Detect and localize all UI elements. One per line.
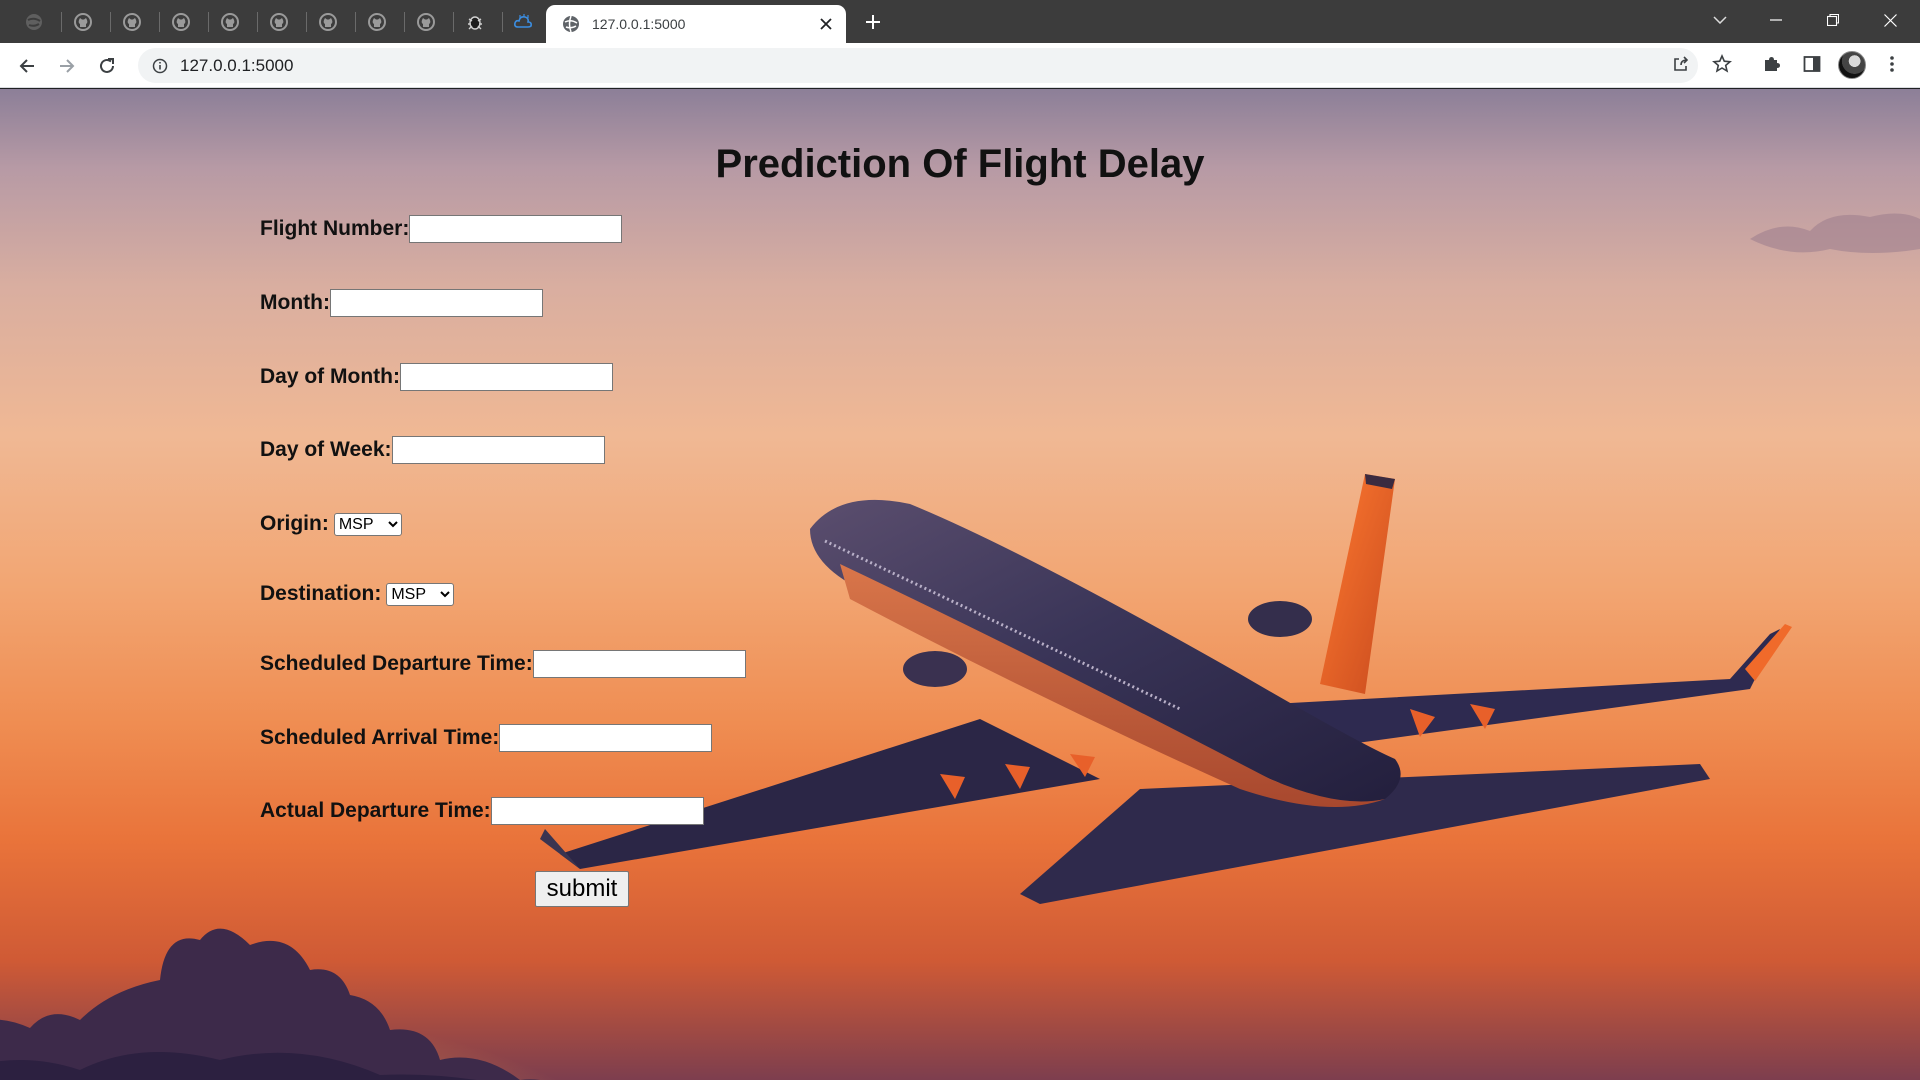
github-icon bbox=[417, 12, 435, 31]
scheduled-arrival-row: Scheduled Arrival Time: bbox=[260, 724, 713, 752]
globe-icon bbox=[26, 13, 42, 30]
back-arrow-icon bbox=[19, 59, 34, 73]
scheduled-arrival-label: Scheduled Arrival Time: bbox=[260, 726, 500, 749]
plus-icon bbox=[866, 15, 880, 29]
actual-departure-label: Actual Departure Time: bbox=[260, 799, 491, 822]
github-icon bbox=[74, 12, 92, 31]
github-icon bbox=[270, 12, 288, 31]
reload-button[interactable] bbox=[90, 49, 124, 83]
pinned-tab-github[interactable] bbox=[402, 6, 450, 37]
forward-button[interactable] bbox=[50, 49, 84, 83]
flight-number-row: Flight Number: bbox=[260, 215, 623, 243]
flight-number-input[interactable] bbox=[409, 215, 623, 243]
cloud-icon bbox=[514, 13, 532, 28]
submit-button[interactable]: submit bbox=[535, 871, 629, 907]
side-panel-button[interactable] bbox=[1795, 47, 1829, 81]
tab-search-button[interactable] bbox=[1692, 0, 1748, 40]
forward-arrow-icon bbox=[60, 59, 75, 73]
profile-avatar[interactable] bbox=[1838, 51, 1866, 79]
restore-button[interactable] bbox=[1805, 0, 1861, 40]
pinned-tab[interactable] bbox=[10, 6, 58, 37]
month-label: Month: bbox=[260, 291, 330, 314]
restore-icon bbox=[1827, 14, 1839, 26]
pinned-tab-github[interactable] bbox=[206, 6, 254, 37]
close-tab-icon[interactable] bbox=[812, 10, 840, 38]
github-icon bbox=[172, 12, 190, 31]
scheduled-departure-input[interactable] bbox=[532, 650, 746, 678]
flight-number-label: Flight Number: bbox=[260, 217, 410, 240]
actual-departure-row: Actual Departure Time: bbox=[260, 797, 704, 825]
minimize-button[interactable] bbox=[1748, 0, 1804, 40]
pinned-tab-github[interactable] bbox=[353, 6, 401, 37]
chevron-down-icon bbox=[1713, 16, 1727, 24]
pinned-tab-bug[interactable] bbox=[451, 6, 499, 37]
address-bar[interactable]: 127.0.0.1:5000 bbox=[138, 48, 1698, 83]
pinned-tab-github[interactable] bbox=[108, 6, 156, 37]
month-row: Month: bbox=[260, 289, 543, 317]
side-panel-icon bbox=[1803, 56, 1821, 72]
back-button[interactable] bbox=[10, 49, 44, 83]
browser-toolbar: 127.0.0.1:5000 bbox=[0, 43, 1920, 88]
tab-active[interactable]: 127.0.0.1:5000 bbox=[546, 5, 846, 43]
new-tab-button[interactable] bbox=[858, 7, 888, 37]
github-icon bbox=[221, 12, 239, 31]
github-icon bbox=[368, 12, 386, 31]
tab-title: 127.0.0.1:5000 bbox=[592, 16, 686, 32]
bookmark-button[interactable] bbox=[1705, 47, 1739, 81]
page-viewport: Prediction Of Flight Delay Flight Number… bbox=[0, 89, 1920, 1080]
destination-row: Destination: MSP bbox=[260, 582, 455, 606]
github-icon bbox=[123, 12, 141, 31]
minimize-icon bbox=[1770, 19, 1782, 21]
month-input[interactable] bbox=[329, 289, 543, 317]
origin-label: Origin: bbox=[260, 512, 329, 535]
site-info-icon[interactable] bbox=[150, 56, 170, 76]
pinned-tab-github[interactable] bbox=[59, 6, 107, 37]
pinned-tab-cloud[interactable] bbox=[499, 6, 547, 37]
github-icon bbox=[319, 12, 337, 31]
day-of-week-row: Day of Week: bbox=[260, 436, 605, 464]
share-icon bbox=[1674, 56, 1689, 71]
actual-departure-input[interactable] bbox=[490, 797, 704, 825]
star-icon bbox=[1712, 54, 1732, 73]
close-icon bbox=[1883, 13, 1897, 27]
globe-icon bbox=[563, 15, 579, 33]
address-url: 127.0.0.1:5000 bbox=[180, 55, 294, 75]
page-title: Prediction Of Flight Delay bbox=[715, 142, 1205, 186]
menu-button[interactable] bbox=[1875, 47, 1909, 81]
share-button[interactable] bbox=[1664, 47, 1698, 81]
day-of-month-row: Day of Month: bbox=[260, 363, 613, 391]
pinned-tab-github[interactable] bbox=[304, 6, 352, 37]
origin-row: Origin: MSP bbox=[260, 512, 402, 536]
day-of-week-label: Day of Week: bbox=[260, 438, 392, 461]
destination-select[interactable]: MSP bbox=[386, 582, 455, 606]
pinned-tab-github[interactable] bbox=[157, 6, 205, 37]
pinned-tab-github[interactable] bbox=[255, 6, 303, 37]
puzzle-icon bbox=[1765, 57, 1780, 71]
close-window-button[interactable] bbox=[1862, 0, 1918, 40]
kebab-menu-icon bbox=[1890, 56, 1894, 72]
destination-label: Destination: bbox=[260, 582, 382, 605]
day-of-week-input[interactable] bbox=[391, 436, 605, 464]
bug-icon bbox=[468, 15, 482, 30]
day-of-month-label: Day of Month: bbox=[260, 365, 400, 388]
origin-select[interactable]: MSP bbox=[333, 512, 402, 536]
airplane-image bbox=[540, 474, 1792, 904]
scheduled-departure-label: Scheduled Departure Time: bbox=[260, 652, 533, 675]
tab-strip: 127.0.0.1:5000 bbox=[0, 0, 1920, 43]
cloud-decoration bbox=[1750, 213, 1920, 253]
cloud-silhouette bbox=[0, 928, 540, 1080]
extensions-button[interactable] bbox=[1755, 47, 1789, 81]
reload-icon bbox=[100, 58, 114, 73]
scheduled-arrival-input[interactable] bbox=[499, 724, 713, 752]
scheduled-departure-row: Scheduled Departure Time: bbox=[260, 650, 746, 678]
day-of-month-input[interactable] bbox=[399, 363, 613, 391]
